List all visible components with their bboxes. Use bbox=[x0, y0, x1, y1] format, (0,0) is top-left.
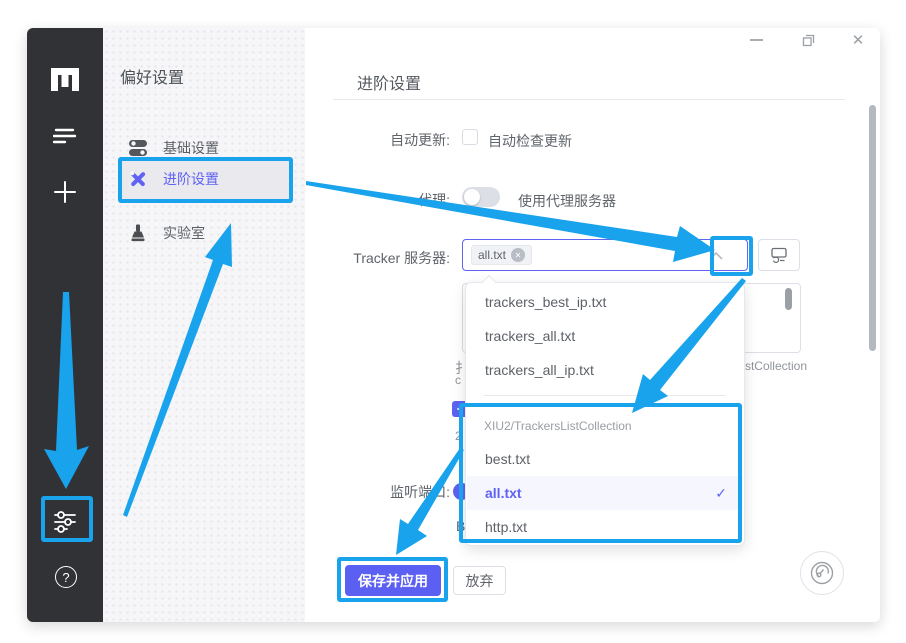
sidebar-item-label: 进阶设置 bbox=[163, 169, 219, 189]
save-apply-button[interactable]: 保存并应用 bbox=[345, 565, 441, 596]
minimize-button[interactable] bbox=[745, 30, 767, 50]
chevron-up-icon[interactable] bbox=[709, 252, 723, 260]
dropdown-item[interactable]: http.txt bbox=[467, 510, 743, 544]
maximize-button[interactable] bbox=[797, 30, 819, 50]
add-task-icon[interactable] bbox=[53, 180, 77, 204]
prefs-title: 偏好设置 bbox=[120, 64, 184, 88]
dropdown-item[interactable]: trackers_all_ip.txt bbox=[467, 353, 743, 387]
discard-button[interactable]: 放弃 bbox=[453, 566, 506, 595]
tag-label: all.txt bbox=[478, 248, 506, 262]
help-text-fragment-4: B bbox=[456, 518, 465, 534]
sidebar-item-advanced-settings[interactable]: 进阶设置 bbox=[120, 159, 292, 199]
auto-check-update-text: 自动检查更新 bbox=[488, 131, 572, 151]
page-title: 进阶设置 bbox=[357, 70, 421, 94]
toggle-knob bbox=[464, 189, 480, 205]
dropdown-divider bbox=[484, 395, 726, 396]
help-text-fragment-2: c bbox=[455, 373, 461, 387]
listen-port-label: 监听端口: bbox=[290, 482, 450, 502]
close-icon: ✕ bbox=[852, 31, 865, 49]
sidebar-item-label: 实验室 bbox=[163, 223, 205, 243]
refresh-trackers-button[interactable] bbox=[758, 239, 800, 271]
maximize-icon bbox=[802, 34, 815, 47]
speedometer-icon bbox=[809, 560, 835, 586]
task-list-icon[interactable] bbox=[53, 124, 77, 148]
wrench-tools-icon bbox=[128, 169, 148, 189]
sidebar-item-lab[interactable]: 实验室 bbox=[120, 213, 292, 253]
dropdown-item[interactable]: trackers_all.txt bbox=[467, 319, 743, 353]
help-icon[interactable]: ? bbox=[54, 565, 78, 589]
speed-limit-button[interactable] bbox=[800, 551, 844, 595]
minimize-icon bbox=[750, 39, 763, 41]
proxy-toggle[interactable] bbox=[462, 187, 500, 207]
app-window: ? 偏好设置 基础设置 bbox=[27, 28, 880, 622]
sync-screen-icon bbox=[770, 247, 788, 263]
dropdown-item[interactable]: trackers_best_ip.txt bbox=[467, 285, 743, 319]
dropdown-group-label: XIU2/TrackersListCollection bbox=[484, 414, 632, 438]
help-question-glyph: ? bbox=[55, 566, 77, 588]
auto-check-update-checkbox[interactable] bbox=[462, 129, 478, 145]
preferences-sliders-icon[interactable] bbox=[53, 510, 77, 534]
tracker-select-input[interactable]: all.txt ✕ bbox=[462, 239, 748, 271]
toggles-icon bbox=[128, 138, 148, 158]
dropdown-item[interactable]: best.txt bbox=[467, 442, 743, 476]
selected-item-label: all.txt bbox=[485, 485, 522, 501]
textarea-scrollbar[interactable] bbox=[785, 288, 792, 310]
motrix-logo-icon bbox=[49, 66, 81, 92]
tracker-dropdown-panel: trackers_best_ip.txt trackers_all.txt tr… bbox=[465, 282, 745, 546]
proxy-label: 代理: bbox=[290, 190, 450, 210]
app-sidebar: ? bbox=[27, 28, 103, 622]
close-button[interactable]: ✕ bbox=[847, 30, 869, 50]
lab-stamp-icon bbox=[128, 223, 148, 243]
tag-remove-icon[interactable]: ✕ bbox=[511, 248, 525, 262]
dropdown-item-selected[interactable]: all.txt ✓ bbox=[467, 476, 743, 510]
help-text-fragment-3: 2 bbox=[455, 429, 462, 443]
tracker-label: Tracker 服务器: bbox=[290, 248, 450, 268]
auto-update-label: 自动更新: bbox=[290, 130, 450, 150]
screenshot-page: ? 偏好设置 基础设置 bbox=[0, 0, 906, 643]
title-divider bbox=[333, 99, 845, 100]
selected-tracker-tag[interactable]: all.txt ✕ bbox=[471, 245, 532, 265]
check-icon: ✓ bbox=[715, 476, 727, 510]
sidebar-item-label: 基础设置 bbox=[163, 138, 219, 158]
prefs-sidebar: 偏好设置 基础设置 进阶设置 bbox=[103, 28, 305, 622]
window-scrollbar[interactable] bbox=[869, 105, 876, 351]
proxy-toggle-text: 使用代理服务器 bbox=[518, 191, 616, 211]
